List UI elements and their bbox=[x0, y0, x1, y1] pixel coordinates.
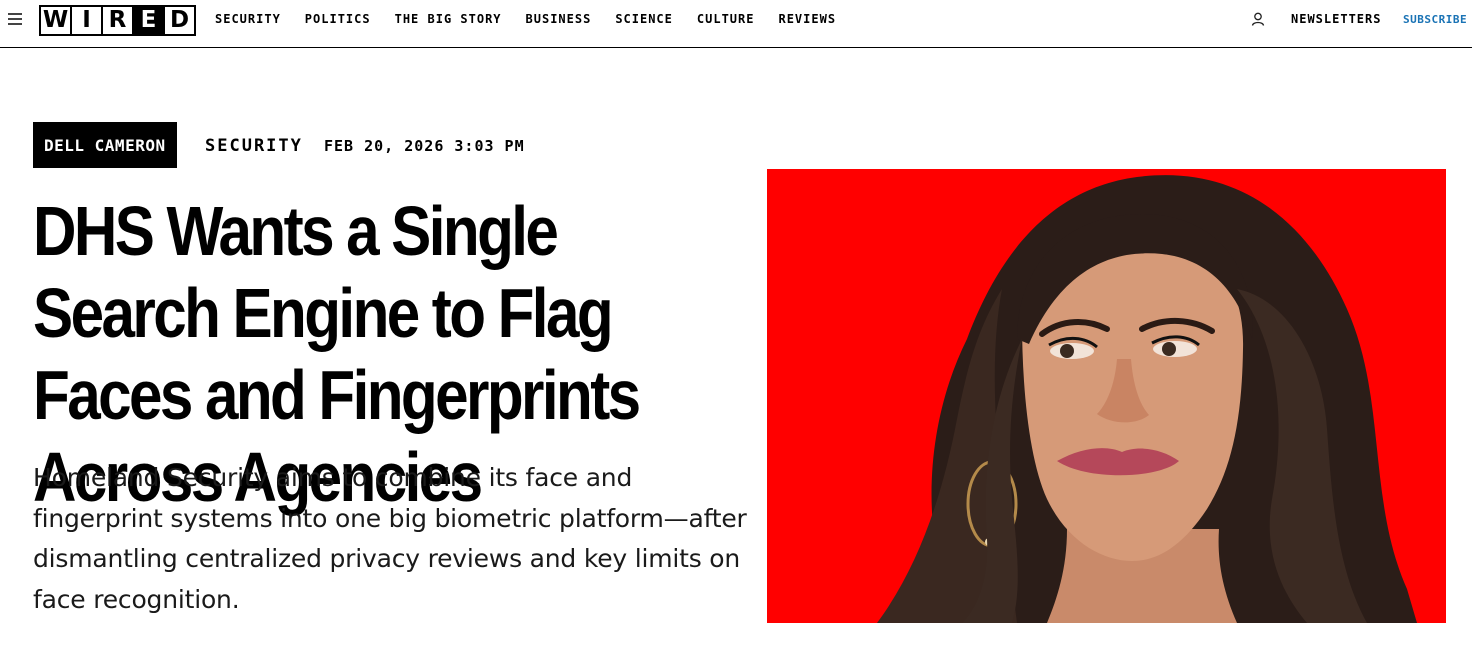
nav-link-business[interactable]: BUSINESS bbox=[526, 12, 592, 26]
logo-letter: D bbox=[165, 7, 194, 34]
author-byline[interactable]: DELL CAMERON bbox=[33, 122, 177, 168]
publish-date: FEB 20, 2026 3:03 PM bbox=[324, 137, 525, 155]
nav-link-reviews[interactable]: REVIEWS bbox=[778, 12, 836, 26]
lead-image bbox=[767, 169, 1446, 623]
subscribe-link[interactable]: SUBSCRIBE bbox=[1403, 13, 1467, 26]
user-icon[interactable] bbox=[1251, 12, 1265, 26]
nav-link-science[interactable]: SCIENCE bbox=[615, 12, 673, 26]
logo-letter: R bbox=[103, 7, 132, 34]
nav-link-politics[interactable]: POLITICS bbox=[305, 12, 371, 26]
portrait-illustration bbox=[877, 175, 1417, 623]
logo-letter: E bbox=[134, 7, 163, 34]
newsletters-link[interactable]: NEWSLETTERS bbox=[1291, 12, 1381, 26]
section-rubric[interactable]: SECURITY bbox=[205, 136, 303, 156]
nav-link-culture[interactable]: CULTURE bbox=[697, 12, 755, 26]
nav-link-security[interactable]: SECURITY bbox=[215, 12, 281, 26]
article-dek: Homeland Security aims to combine its fa… bbox=[33, 463, 747, 614]
logo-letter: W bbox=[41, 7, 70, 34]
top-navigation: W I R E D SECURITY POLITICS THE BIG STOR… bbox=[0, 0, 1472, 48]
nav-link-the-big-story[interactable]: THE BIG STORY bbox=[395, 12, 502, 26]
section-nav: SECURITY POLITICS THE BIG STORY BUSINESS… bbox=[215, 12, 836, 26]
hamburger-icon[interactable] bbox=[8, 13, 22, 25]
logo-letter: I bbox=[72, 7, 101, 34]
wired-logo[interactable]: W I R E D bbox=[39, 5, 196, 36]
